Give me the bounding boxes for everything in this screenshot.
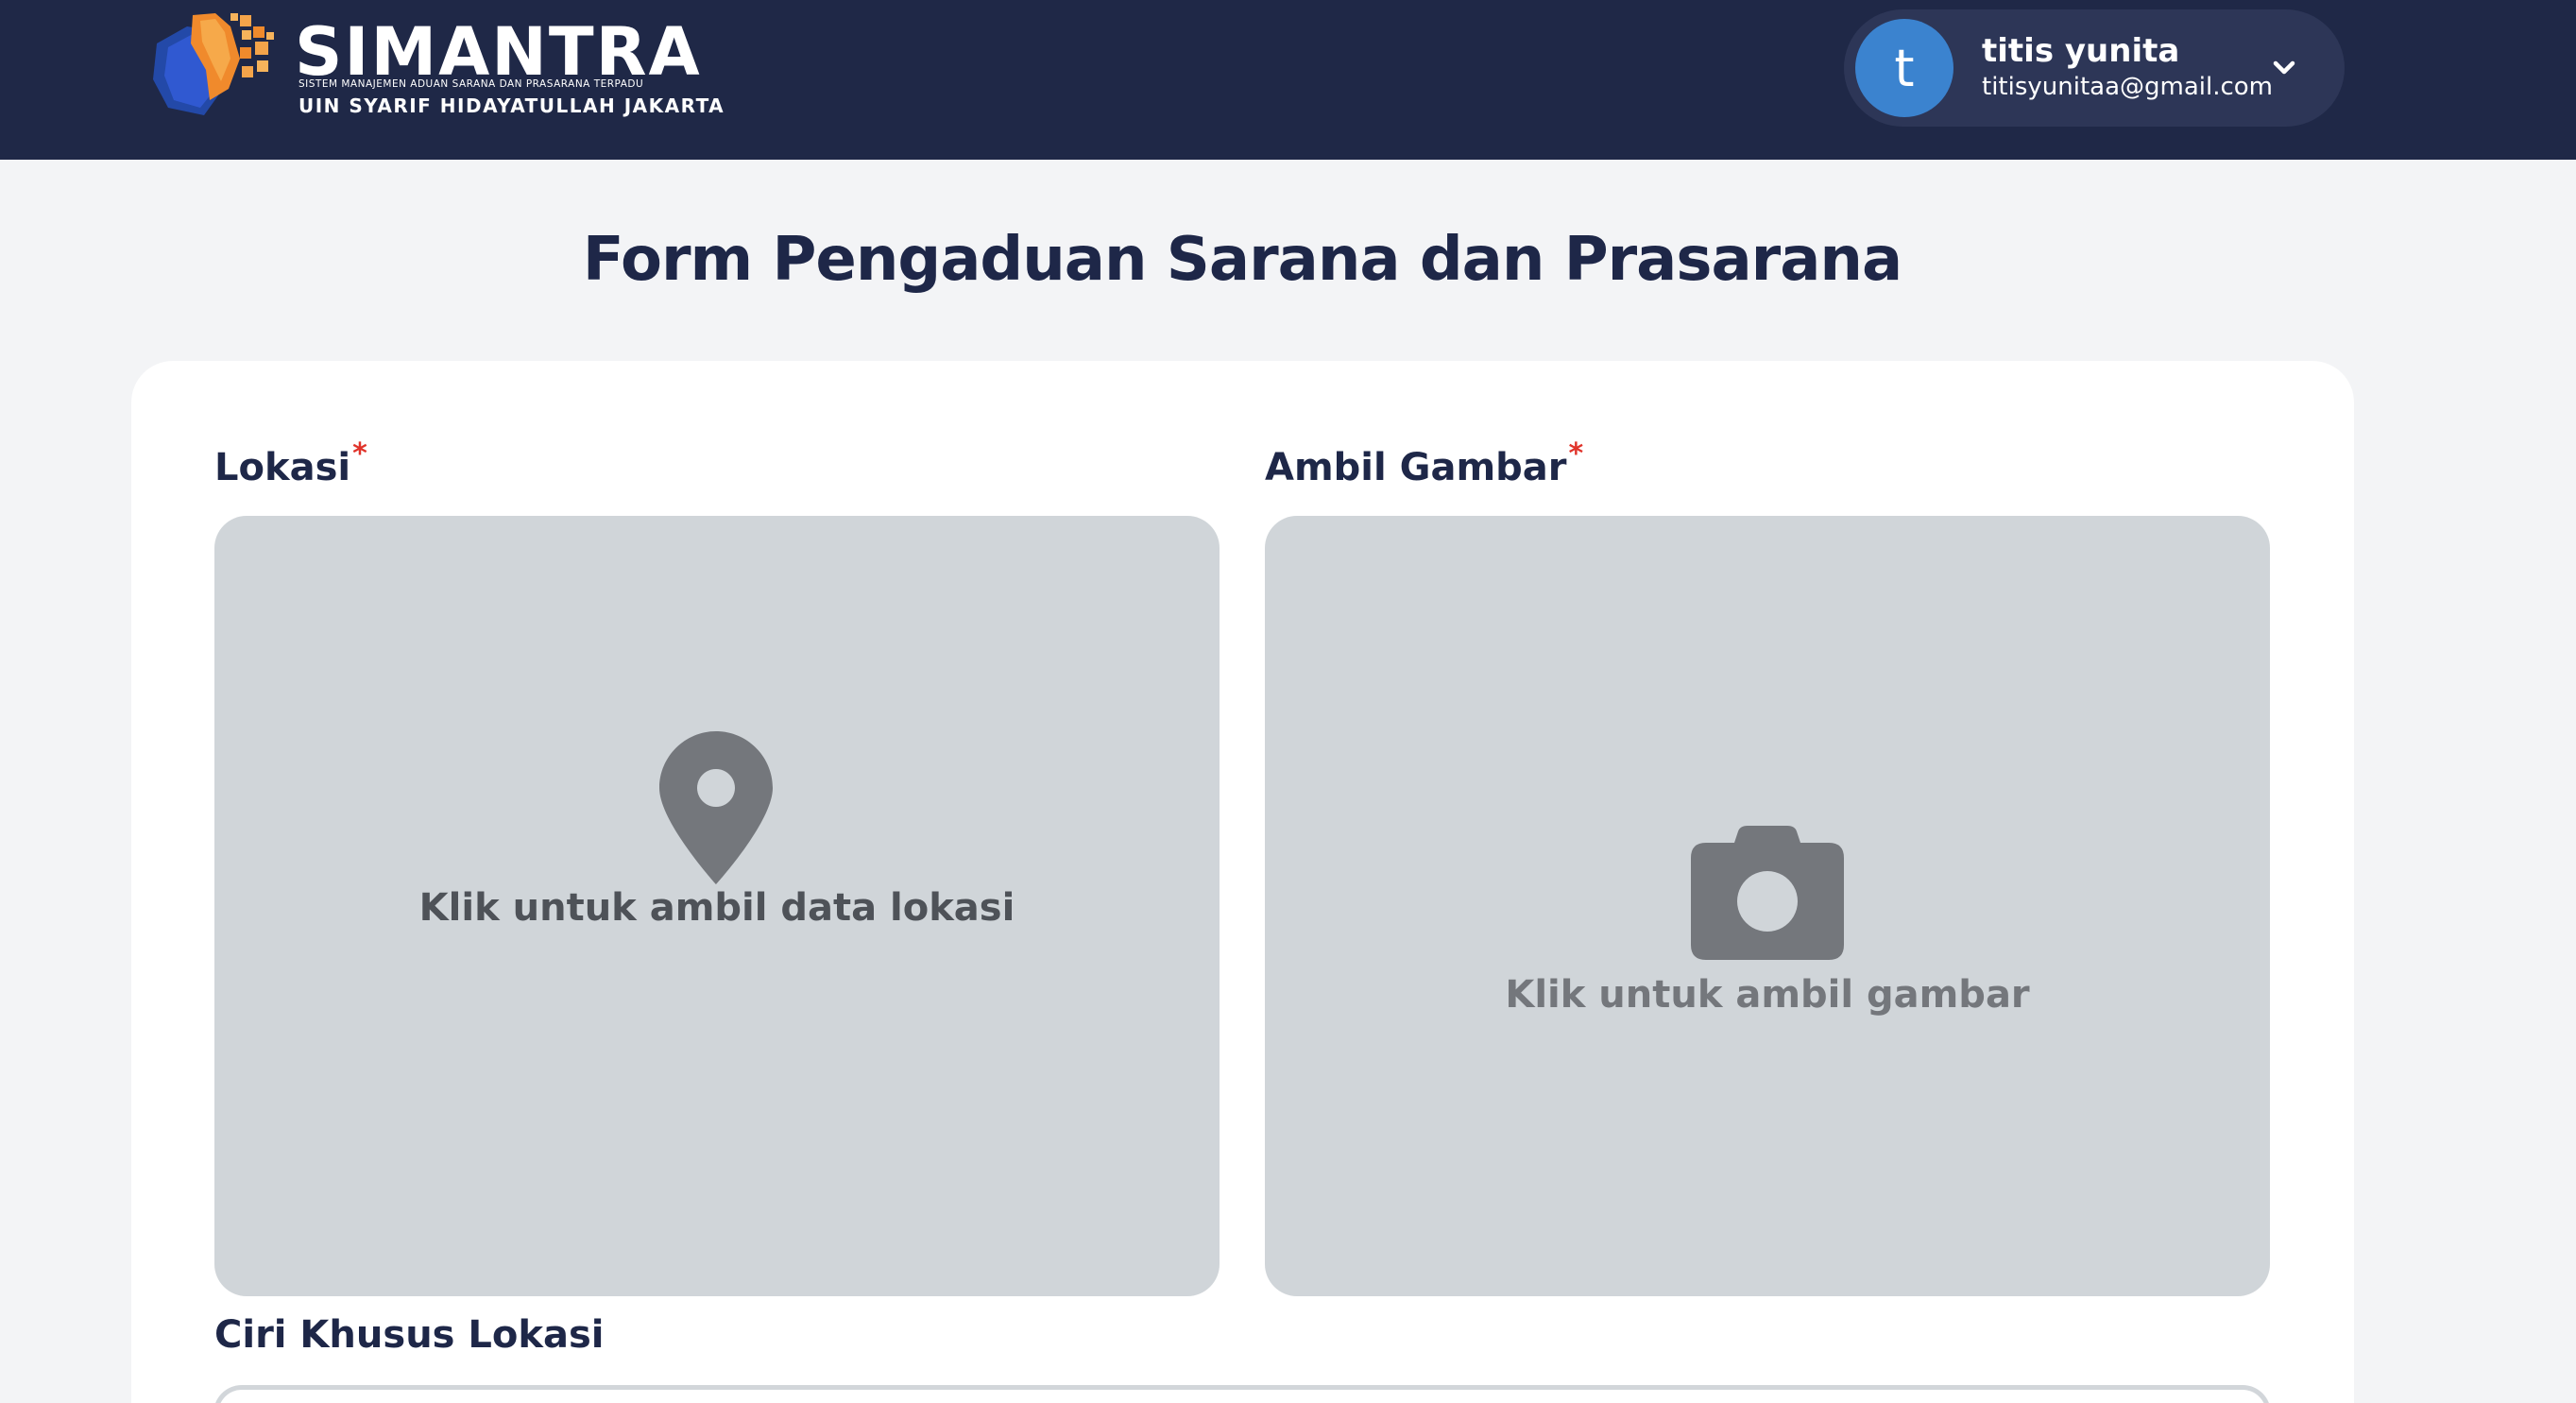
top-navbar: SIMANTRA SISTEM MANAJEMEN ADUAN SARANA D… <box>0 0 2576 160</box>
image-label: Ambil Gambar* <box>1265 437 1583 489</box>
image-label-text: Ambil Gambar <box>1265 446 1567 489</box>
brand-title: SIMANTRA <box>295 13 702 91</box>
page-title: Form Pengaduan Sarana dan Prasarana <box>582 225 1902 295</box>
location-picker-button[interactable]: Klik untuk ambil data lokasi <box>214 516 1220 1296</box>
location-feature-label: Ciri Khusus Lokasi <box>214 1313 605 1357</box>
user-menu-button[interactable]: t titis yunita titisyunitaa@gmail.com <box>1844 9 2345 127</box>
required-mark: * <box>352 437 367 471</box>
user-email: titisyunitaa@gmail.com <box>1982 73 2274 101</box>
simantra-logo-mark-icon <box>153 13 274 115</box>
chevron-down-icon[interactable] <box>2271 55 2297 81</box>
required-mark: * <box>1568 437 1584 471</box>
location-feature-input[interactable] <box>213 1385 2271 1403</box>
map-pin-icon <box>659 731 773 884</box>
capture-image-button[interactable]: Klik untuk ambil gambar <box>1265 516 2270 1296</box>
brand-university: UIN SYARIF HIDAYATULLAH JAKARTA <box>299 94 725 117</box>
location-label-text: Lokasi <box>214 446 351 489</box>
simantra-logo[interactable]: SIMANTRA SISTEM MANAJEMEN ADUAN SARANA D… <box>149 9 724 128</box>
camera-icon <box>1691 826 1844 960</box>
location-label: Lokasi* <box>214 437 367 489</box>
image-prompt: Klik untuk ambil gambar <box>1505 973 2030 1017</box>
brand-tagline: SISTEM MANAJEMEN ADUAN SARANA DAN PRASAR… <box>299 78 644 90</box>
location-prompt: Klik untuk ambil data lokasi <box>418 886 1015 930</box>
avatar: t <box>1855 19 1953 117</box>
user-name: titis yunita <box>1982 32 2180 70</box>
